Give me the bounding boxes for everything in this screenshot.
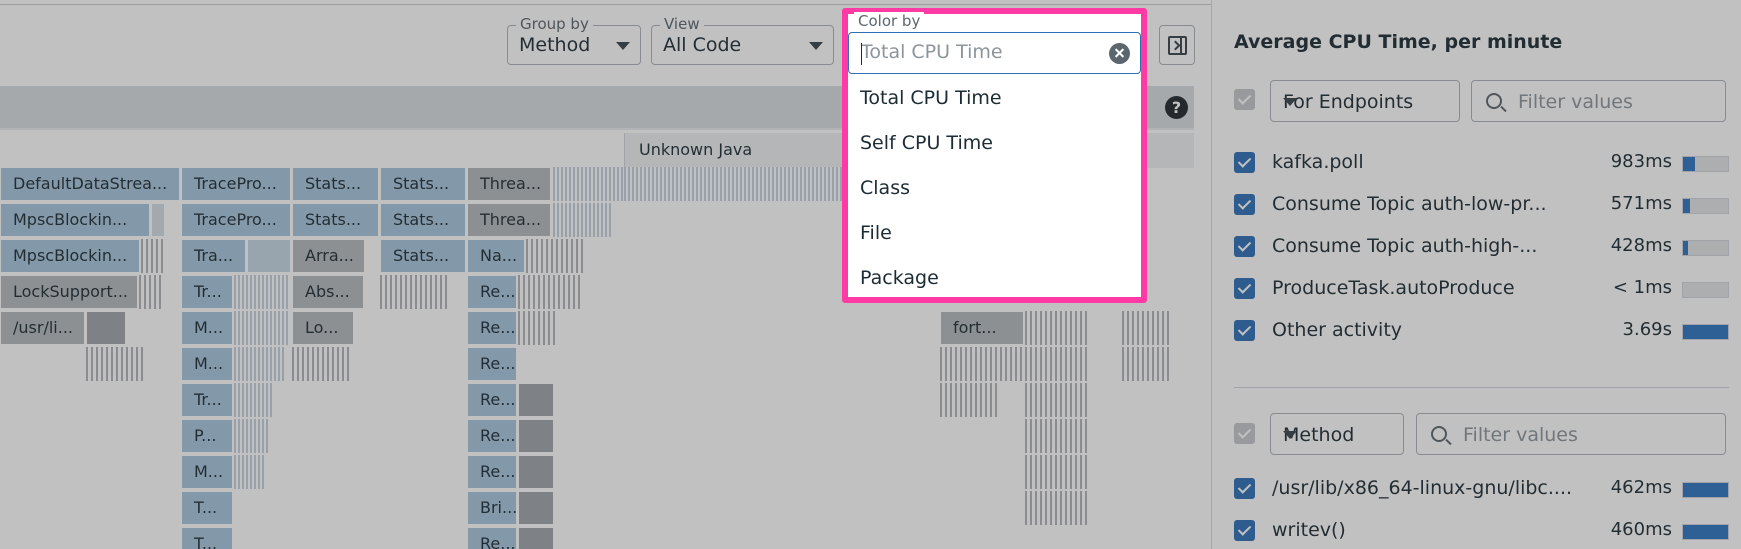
color-by-option-class[interactable]: Class	[848, 166, 1141, 211]
clear-icon[interactable]	[1109, 43, 1130, 64]
color-by-field[interactable]	[848, 32, 1141, 74]
color-by-label: Color by	[854, 12, 925, 30]
color-by-option-self-cpu-time[interactable]: Self CPU Time	[848, 121, 1141, 166]
color-by-options: Total CPU Time Self CPU Time Class File …	[848, 76, 1141, 301]
color-by-option-package[interactable]: Package	[848, 256, 1141, 301]
text-cursor	[861, 43, 862, 65]
color-by-dropdown: Color by Total CPU Time Self CPU Time Cl…	[842, 8, 1147, 303]
color-by-input[interactable]	[861, 41, 1101, 63]
modal-backdrop[interactable]	[1211, 0, 1741, 549]
color-by-option-file[interactable]: File	[848, 211, 1141, 256]
color-by-option-total-cpu-time[interactable]: Total CPU Time	[848, 76, 1141, 121]
